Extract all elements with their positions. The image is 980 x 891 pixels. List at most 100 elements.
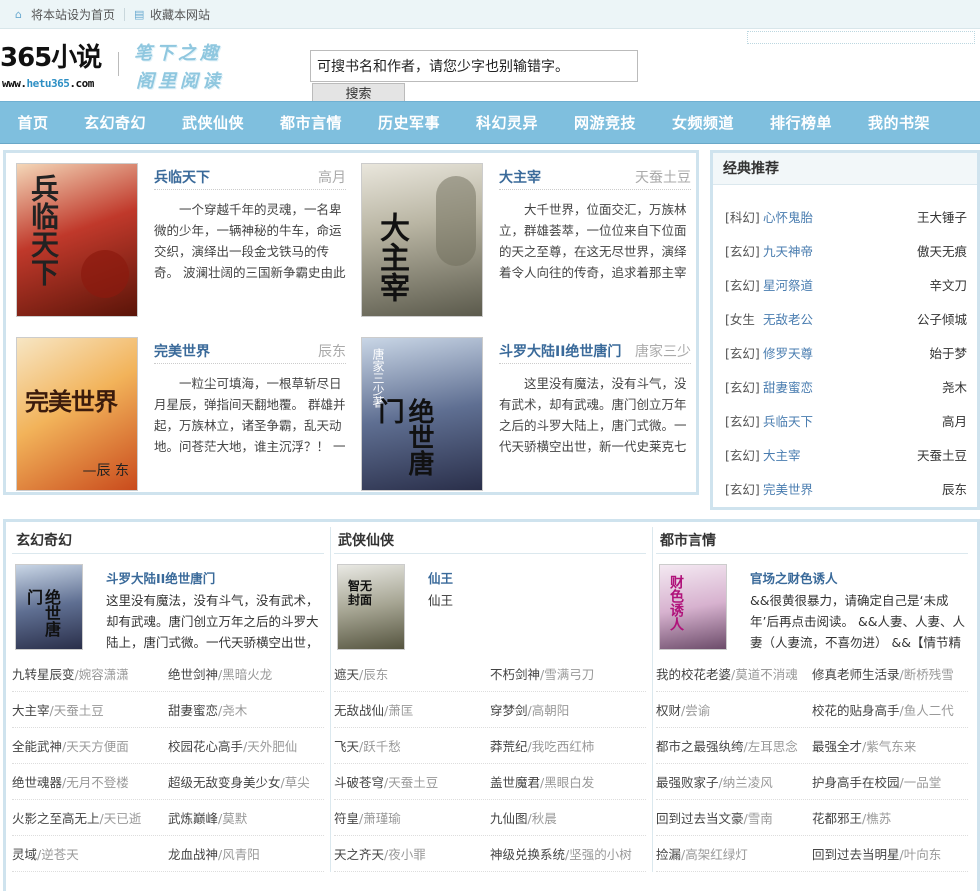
list-item-title[interactable]: 我的校花老婆 xyxy=(656,667,731,682)
list-item-title[interactable]: 最强败家子 xyxy=(656,775,719,790)
list-item-author[interactable]: /风青阳 xyxy=(218,847,260,862)
list-item-author[interactable]: /我吃西红柿 xyxy=(528,739,595,754)
recommend-author[interactable]: 始于梦 xyxy=(929,343,967,362)
list-item[interactable]: 我的校花老婆/莫道不消魂 xyxy=(656,664,806,683)
book-cover[interactable]: 完美世界 —辰 东 xyxy=(16,337,138,491)
list-item-author[interactable]: /天蚕土豆 xyxy=(50,703,104,718)
list-item[interactable]: 符皇/萧瑾瑜 xyxy=(334,808,484,827)
list-item[interactable]: 超级无敌变身美少女/草尖 xyxy=(168,772,318,791)
list-item-author[interactable]: /坚强的小树 xyxy=(565,847,632,862)
list-item[interactable]: 绝世剑神/黑暗火龙 xyxy=(168,664,318,683)
recommend-author[interactable]: 辰东 xyxy=(942,479,967,498)
list-item-author[interactable]: /一品堂 xyxy=(900,775,942,790)
list-item-author[interactable]: /辰东 xyxy=(359,667,388,682)
list-item-title[interactable]: 盖世魔君 xyxy=(490,775,540,790)
recommend-author[interactable]: 辛文刀 xyxy=(929,275,967,294)
list-item-title[interactable]: 甜妻蜜恋 xyxy=(168,703,218,718)
list-item-author[interactable]: /天天方便面 xyxy=(62,739,129,754)
list-item-title[interactable]: 九转星辰变 xyxy=(12,667,75,682)
list-item[interactable]: 最强全才/紫气东来 xyxy=(812,736,962,755)
list-item[interactable]: 最强败家子/纳兰凌风 xyxy=(656,772,806,791)
book-cover[interactable]: 兵临天下 xyxy=(16,163,138,317)
list-item[interactable]: 修真老师生活录/断桥残雪 xyxy=(812,664,962,683)
list-item[interactable]: 遮天/辰东 xyxy=(334,664,484,683)
list-item[interactable]: 莽荒纪/我吃西红柿 xyxy=(490,736,640,755)
list-item[interactable]: 灵域/逆苍天 xyxy=(12,844,162,863)
book-title[interactable]: 完美世界 xyxy=(154,341,210,361)
list-item-title[interactable]: 花都邪王 xyxy=(812,811,862,826)
list-item-title[interactable]: 天之齐天 xyxy=(334,847,384,862)
nav-item-wangyou[interactable]: 网游竞技 xyxy=(556,112,654,133)
list-item-title[interactable]: 龙血战神 xyxy=(168,847,218,862)
list-item-title[interactable]: 全能武神 xyxy=(12,739,62,754)
list-item-author[interactable]: /天已逝 xyxy=(100,811,142,826)
nav-item-home[interactable]: 首页 xyxy=(0,112,66,133)
recommend-title[interactable]: 心怀鬼胎 xyxy=(763,207,813,226)
list-item-title[interactable]: 飞天 xyxy=(334,739,359,754)
recommend-author[interactable]: 傲天无痕 xyxy=(917,241,967,260)
list-item[interactable]: 盖世魔君/黑眼白发 xyxy=(490,772,640,791)
list-item-author[interactable]: /雪满弓刀 xyxy=(540,667,594,682)
search-button[interactable]: 搜索 xyxy=(312,83,405,101)
list-item-title[interactable]: 权财 xyxy=(656,703,681,718)
book-title[interactable]: 兵临天下 xyxy=(154,167,210,187)
list-item-title[interactable]: 捡漏 xyxy=(656,847,681,862)
recommend-title[interactable]: 无敌老公 xyxy=(763,309,813,328)
book-author[interactable]: 天蚕土豆 xyxy=(635,167,691,187)
list-item-title[interactable]: 超级无敌变身美少女 xyxy=(168,775,281,790)
list-item-author[interactable]: /天蚕土豆 xyxy=(384,775,438,790)
category-feature-title[interactable]: 官场之财色诱人 xyxy=(750,568,838,587)
list-item-author[interactable]: /紫气东来 xyxy=(862,739,916,754)
recommend-title[interactable]: 兵临天下 xyxy=(763,411,813,430)
book-cover[interactable]: 绝世唐门 xyxy=(15,564,83,650)
recommend-author[interactable]: 公子倾城 xyxy=(917,309,967,328)
recommend-author[interactable]: 高月 xyxy=(942,411,967,430)
category-heading[interactable]: 武侠仙侠 xyxy=(334,528,646,554)
nav-item-dushi[interactable]: 都市言情 xyxy=(262,112,360,133)
category-heading[interactable]: 都市言情 xyxy=(656,528,968,554)
list-item[interactable]: 不朽剑神/雪满弓刀 xyxy=(490,664,640,683)
list-item-title[interactable]: 都市之最强纨绔 xyxy=(656,739,744,754)
list-item[interactable]: 无敌战仙/萧匡 xyxy=(334,700,484,719)
list-item-author[interactable]: /左耳思念 xyxy=(744,739,798,754)
recommend-title[interactable]: 甜妻蜜恋 xyxy=(763,377,813,396)
book-cover[interactable]: 智无 封面 xyxy=(337,564,405,650)
nav-item-lishi[interactable]: 历史军事 xyxy=(360,112,458,133)
list-item-author[interactable]: /高架红绿灯 xyxy=(681,847,748,862)
list-item-author[interactable]: /天外肥仙 xyxy=(243,739,297,754)
list-item-title[interactable]: 斗破苍穹 xyxy=(334,775,384,790)
recommend-title[interactable]: 九天神帝 xyxy=(763,241,813,260)
list-item-title[interactable]: 火影之至高无上 xyxy=(12,811,100,826)
list-item[interactable]: 权财/尝谕 xyxy=(656,700,806,719)
book-cover[interactable]: 财色诱人 xyxy=(659,564,727,650)
list-item-title[interactable]: 神级兑换系统 xyxy=(490,847,565,862)
list-item-author[interactable]: /无月不登楼 xyxy=(62,775,129,790)
nav-item-wuxia[interactable]: 武侠仙侠 xyxy=(164,112,262,133)
list-item-author[interactable]: /萧匡 xyxy=(384,703,413,718)
list-item-title[interactable]: 修真老师生活录 xyxy=(812,667,900,682)
list-item-author[interactable]: /莫道不消魂 xyxy=(731,667,798,682)
list-item-title[interactable]: 绝世魂器 xyxy=(12,775,62,790)
list-item-author[interactable]: /鱼人二代 xyxy=(900,703,954,718)
list-item-author[interactable]: /黑暗火龙 xyxy=(218,667,272,682)
list-item-author[interactable]: /樵苏 xyxy=(862,811,891,826)
recommend-author[interactable]: 尧木 xyxy=(942,377,967,396)
list-item-title[interactable]: 大主宰 xyxy=(12,703,50,718)
list-item-title[interactable]: 符皇 xyxy=(334,811,359,826)
book-author[interactable]: 辰东 xyxy=(318,341,346,361)
category-feature-title[interactable]: 斗罗大陆II绝世唐门 xyxy=(106,568,215,587)
category-feature-title[interactable]: 仙王 xyxy=(428,568,453,587)
book-title[interactable]: 斗罗大陆II绝世唐门 xyxy=(499,341,621,361)
site-logo[interactable]: 365小说 www.hetu365.com xyxy=(0,37,118,93)
recommend-title[interactable]: 修罗天尊 xyxy=(763,343,813,362)
list-item[interactable]: 全能武神/天天方便面 xyxy=(12,736,162,755)
list-item-title[interactable]: 最强全才 xyxy=(812,739,862,754)
book-author[interactable]: 唐家三少 xyxy=(635,341,691,361)
nav-item-xuanhuan[interactable]: 玄幻奇幻 xyxy=(66,112,164,133)
list-item-author[interactable]: /尝谕 xyxy=(681,703,710,718)
list-item-title[interactable]: 穿梦剑 xyxy=(490,703,528,718)
list-item-author[interactable]: /萧瑾瑜 xyxy=(359,811,401,826)
list-item-author[interactable]: /莫默 xyxy=(218,811,247,826)
nav-item-nvpin[interactable]: 女频频道 xyxy=(654,112,752,133)
list-item-title[interactable]: 绝世剑神 xyxy=(168,667,218,682)
